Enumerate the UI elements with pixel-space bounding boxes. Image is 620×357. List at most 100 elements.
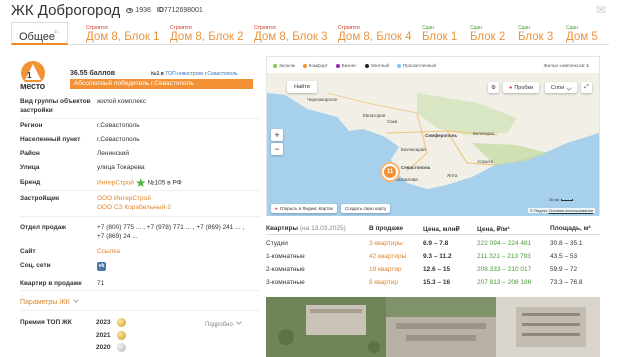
site-link[interactable]: Ссылка	[97, 247, 120, 256]
cell-price: 12.6 – 15	[423, 266, 451, 273]
prop-label: Квартир в продаже	[20, 280, 82, 287]
prop-value: Ленинский	[97, 150, 130, 157]
map-label-city: Севастополь	[401, 165, 431, 170]
map-label-town: Евпатория	[363, 113, 386, 118]
tab-block1[interactable]: Сдан Блок 1	[422, 22, 466, 45]
table-row[interactable]: 1-комнатные 42 квартиры 9.3 – 11.2 211 3…	[266, 251, 600, 263]
sales-phones-1[interactable]: +7 (800) 775 ... , +7 (978) 771 ... , +7…	[97, 223, 244, 232]
chevron-down-icon	[566, 84, 573, 91]
medal-icon	[117, 318, 126, 327]
pin-icon: ●	[275, 206, 278, 211]
vk-icon[interactable]: vk	[97, 262, 106, 271]
table-row[interactable]: Студии 3 квартиры 6.9 – 7.8 222 094 – 22…	[266, 238, 600, 250]
complexes-label: Жилых комплексов:	[543, 63, 586, 68]
cluster-count: 11	[386, 169, 394, 175]
tab-label: Дом 5	[566, 31, 598, 43]
star-icon	[135, 178, 146, 188]
prop-value: жилой комплекс	[97, 98, 146, 105]
open-yandex-maps-link[interactable]: ● Открыть в Яндекс Картах	[271, 204, 337, 213]
legend-item: Комфорт	[302, 63, 328, 68]
table-header: Квартиры (на 13.03.2025) В продаже Цена,…	[266, 223, 600, 235]
map-cluster-marker[interactable]: 11	[382, 164, 398, 180]
tab-house5[interactable]: Сдан Дом 5	[566, 22, 608, 45]
col-flats-date: (на 13.03.2025)	[299, 225, 346, 232]
divider	[20, 190, 260, 191]
divider	[20, 118, 260, 119]
economy-dot-icon	[273, 63, 277, 68]
complexes-value: 1	[586, 63, 589, 68]
tab-block2[interactable]: Сдан Блок 2	[470, 22, 514, 45]
tab-general[interactable]: Общее 31	[11, 22, 68, 45]
map-search-button[interactable]: Найти	[287, 81, 317, 93]
developer-link-2[interactable]: ООО СЗ Корабельный-2	[97, 203, 171, 212]
map-label-town: Черноморское	[307, 97, 338, 102]
brand-link[interactable]: ИнтерСтрой	[97, 180, 134, 187]
cell-sale[interactable]: 3 квартиры	[369, 240, 403, 247]
cell-area: 59.9 – 72	[550, 266, 578, 273]
table-row[interactable]: 2-комнатные 18 квартир 12.6 – 15 208 333…	[266, 264, 600, 276]
premium-year: 2020	[96, 344, 111, 351]
cell-price-per-m2: 207 813 – 208 186	[477, 279, 532, 286]
cell-flat: Студии	[266, 240, 288, 247]
id-value: 7712698001	[163, 6, 203, 14]
premium-detail-toggle[interactable]: Подробно	[205, 319, 242, 328]
premium-title: Премия ТОП ЖК	[20, 319, 72, 326]
top-rank-prefix: №1 в	[151, 71, 166, 77]
scale-label: 30 км	[548, 197, 559, 202]
id-label: ID	[156, 6, 164, 14]
developer-link-1[interactable]: ООО ИнтерСтрой	[97, 194, 151, 203]
map-legend: Эконом Комфорт Бизнес Элитный Просветлен…	[273, 63, 436, 68]
tab-house8-block3[interactable]: Строится Дом 8, Блок 3	[254, 22, 334, 45]
winner-banner: Абсолютный победитель г.Севастополь	[70, 79, 253, 89]
complex-photo[interactable]	[266, 297, 600, 357]
map-label-town: Ялта	[447, 173, 458, 178]
tab-house8-block4[interactable]: Строится Дом 8, Блок 4	[338, 22, 418, 45]
top-rank: №1 в ТОП-новостроек г.Севастополь	[151, 71, 238, 77]
tab-general-label: Общее	[19, 31, 56, 43]
col-area: Площадь, м²	[550, 225, 591, 232]
crimea-landmass	[267, 73, 599, 189]
legend-label: Элитный	[370, 63, 390, 68]
zoom-in-button[interactable]: +	[271, 129, 283, 141]
tab-block3[interactable]: Сдан Блок 3	[518, 22, 562, 45]
premium-year: 2023	[96, 319, 111, 326]
create-map-link[interactable]: Создать свою карту	[340, 204, 391, 213]
tab-house8-block1[interactable]: Строится Дом 8, Блок 1	[86, 22, 166, 45]
tab-label: Блок 2	[470, 31, 506, 43]
gear-icon[interactable]: ⚙	[488, 82, 499, 93]
cell-flat: 2-комнатные	[266, 266, 305, 273]
prop-label: Бренд	[20, 179, 41, 186]
cell-sale[interactable]: 18 квартир	[369, 266, 402, 273]
cell-flat: 1-комнатные	[266, 253, 305, 260]
map-copyright: © Яндекс Условия использования	[527, 208, 595, 213]
traffic-label: Пробки	[514, 84, 534, 91]
layers-label: Слои	[550, 84, 565, 91]
object-id: ID7712698001	[157, 7, 203, 14]
col-price-per-m2: Цена, ₽/м²	[477, 226, 510, 233]
cell-flat: 3-комнатные	[266, 279, 305, 286]
traffic-button[interactable]: ● Пробки	[503, 82, 539, 93]
tab-house8-block2[interactable]: Строится Дом 8, Блок 2	[170, 22, 250, 45]
zoom-out-button[interactable]: −	[271, 143, 283, 155]
layers-button[interactable]: Слои	[545, 82, 577, 93]
table-row[interactable]: 3-комнатные 8 квартир 15.3 – 16 207 813 …	[266, 277, 600, 289]
cell-price-per-m2: 208 333 – 210 017	[477, 266, 532, 273]
terms-link[interactable]: Условия использования	[549, 208, 593, 213]
map-footer-links: ● Открыть в Яндекс Картах Создать свою ка…	[271, 204, 391, 213]
prop-label: Сайт	[20, 248, 36, 255]
sales-phones-2[interactable]: +7 (869) 24 ...	[97, 232, 138, 241]
col-price: Цена, млн₽	[423, 226, 460, 233]
params-toggle[interactable]: Параметры ЖК	[20, 297, 79, 306]
col-flats-label: Квартиры	[266, 225, 299, 232]
cell-sale[interactable]: 42 квартиры	[369, 253, 406, 260]
map-label-town: Алушта	[477, 159, 494, 164]
legend-item: Просветленный	[397, 63, 436, 68]
copyright-text: © Яндекс	[529, 208, 548, 213]
cell-price: 6.9 – 7.8	[423, 240, 449, 247]
cell-sale[interactable]: 8 квартир	[369, 279, 398, 286]
subscribe-icon[interactable]: ✉	[596, 4, 608, 16]
map-canvas[interactable]: Найти ⚙ ● Пробки Слои ⤢ + − Черноморское …	[267, 73, 599, 216]
fullscreen-icon[interactable]: ⤢	[581, 82, 592, 93]
top-rank-link[interactable]: ТОП-новостроек г.Севастополь	[165, 71, 237, 77]
prop-label: Застройщик	[20, 195, 60, 202]
